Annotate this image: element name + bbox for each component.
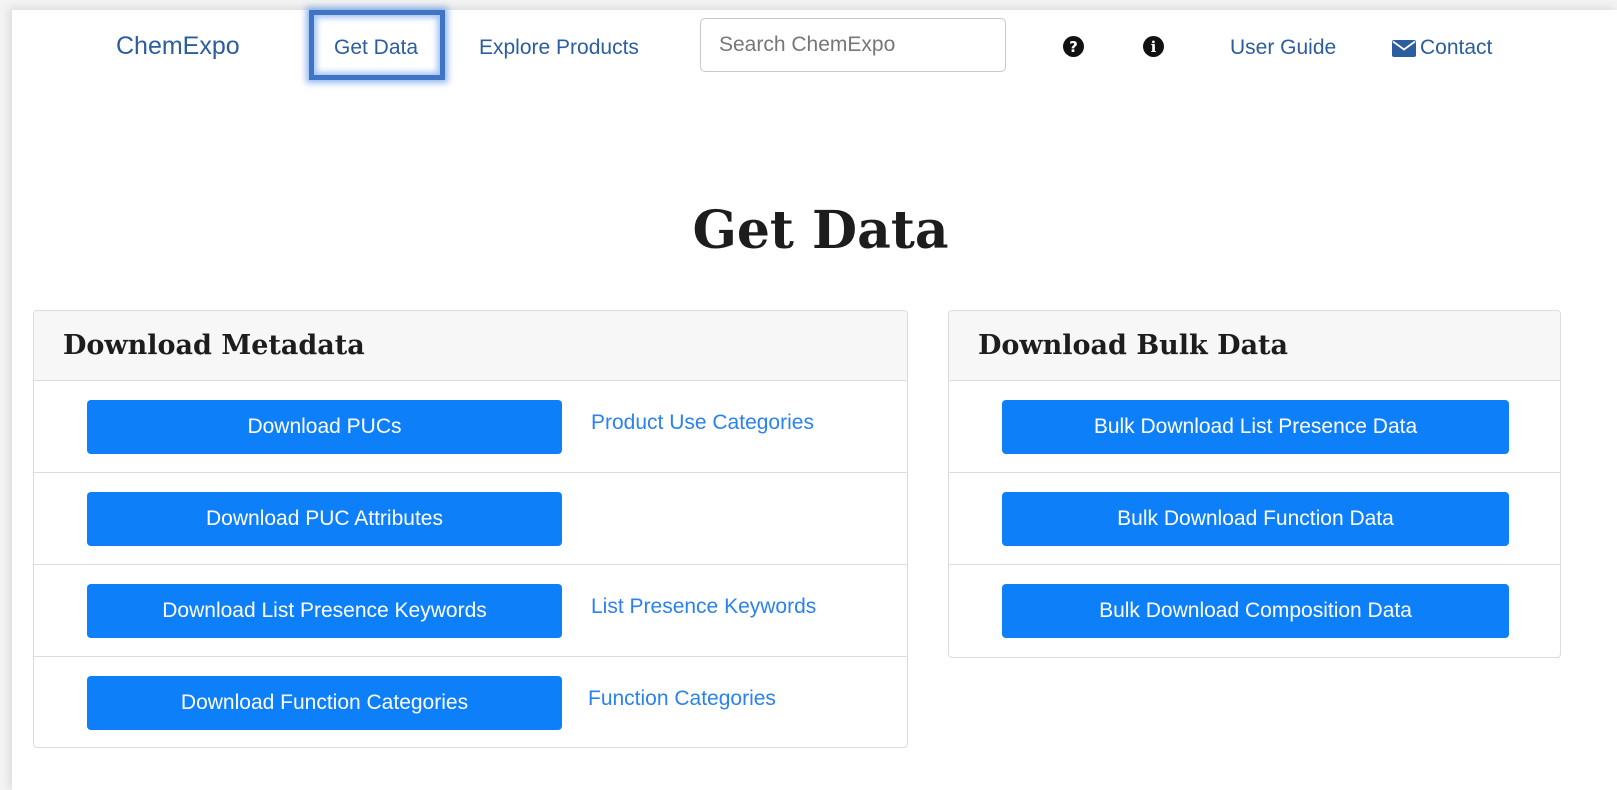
- envelope-icon: [1392, 39, 1416, 57]
- metadata-row: Download Function Categories Function Ca…: [34, 657, 907, 747]
- download-pucs-button[interactable]: Download PUCs: [87, 400, 562, 454]
- bulk-row: Bulk Download Function Data: [949, 473, 1560, 565]
- bulk-row: Bulk Download Composition Data: [949, 565, 1560, 657]
- function-categories-link[interactable]: Function Categories: [588, 687, 776, 711]
- search-input[interactable]: [700, 18, 1006, 72]
- bulk-download-composition-button[interactable]: Bulk Download Composition Data: [1002, 584, 1509, 638]
- metadata-row: Download PUCs Product Use Categories: [34, 381, 907, 473]
- metadata-row: Download List Presence Keywords List Pre…: [34, 565, 907, 657]
- brand-logo[interactable]: ChemExpo: [116, 32, 240, 61]
- info-circle-icon[interactable]: i: [1143, 36, 1164, 57]
- download-puc-attributes-button[interactable]: Download PUC Attributes: [87, 492, 562, 546]
- card-header: Download Metadata: [34, 311, 907, 381]
- contact-label: Contact: [1420, 36, 1493, 59]
- bulk-download-list-presence-button[interactable]: Bulk Download List Presence Data: [1002, 400, 1509, 454]
- metadata-row: Download PUC Attributes: [34, 473, 907, 565]
- download-metadata-card: Download Metadata Download PUCs Product …: [33, 310, 908, 748]
- bulk-download-function-button[interactable]: Bulk Download Function Data: [1002, 492, 1509, 546]
- nav-contact[interactable]: Contact: [1392, 36, 1492, 60]
- list-presence-keywords-link[interactable]: List Presence Keywords: [591, 595, 816, 619]
- bulk-row: Bulk Download List Presence Data: [949, 381, 1560, 473]
- nav-explore-products[interactable]: Explore Products: [479, 36, 639, 60]
- page: ChemExpo Get Data Explore Products ? i U…: [12, 10, 1617, 790]
- download-bulk-data-card: Download Bulk Data Bulk Download List Pr…: [948, 310, 1561, 658]
- nav-user-guide[interactable]: User Guide: [1230, 36, 1336, 60]
- question-circle-icon[interactable]: ?: [1063, 36, 1084, 57]
- card-header: Download Bulk Data: [949, 311, 1560, 381]
- download-list-presence-keywords-button[interactable]: Download List Presence Keywords: [87, 584, 562, 638]
- download-function-categories-button[interactable]: Download Function Categories: [87, 676, 562, 730]
- product-use-categories-link[interactable]: Product Use Categories: [591, 411, 814, 435]
- highlight-box: [309, 10, 445, 80]
- page-title: Get Data: [692, 200, 949, 261]
